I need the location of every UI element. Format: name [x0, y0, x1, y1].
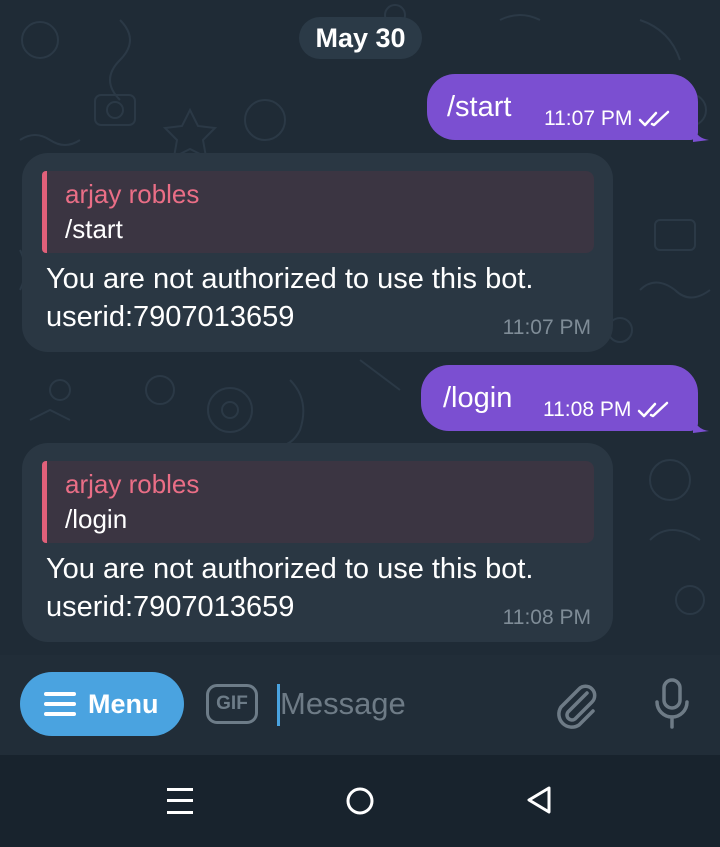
date-separator: May 30	[299, 17, 422, 59]
incoming-message[interactable]: arjay robles /login You are not authoriz…	[22, 443, 613, 642]
microphone-icon[interactable]	[652, 678, 692, 730]
message-text-line: You are not authorized to use this bot.	[46, 553, 534, 585]
bubble-tail	[693, 415, 709, 433]
paperclip-icon[interactable]	[551, 679, 599, 731]
system-navigation-bar	[0, 755, 720, 847]
reply-sender-name: arjay robles	[65, 469, 200, 499]
message-composer: Menu GIF	[0, 655, 720, 755]
home-icon[interactable]	[343, 786, 377, 820]
message-time: 11:08 PM	[543, 398, 632, 421]
message-text-line: userid:7907013659	[46, 301, 295, 333]
bot-menu-button[interactable]: Menu	[20, 672, 184, 736]
message-text: /login	[443, 382, 513, 414]
reply-quote[interactable]: arjay robles /start	[42, 171, 594, 253]
gif-button[interactable]: GIF	[206, 684, 258, 724]
message-meta: 11:08 PM	[543, 398, 671, 422]
double-check-icon	[639, 111, 670, 127]
message-time: 11:07 PM	[544, 107, 633, 130]
outgoing-message[interactable]: /login 11:08 PM	[421, 365, 698, 431]
message-text: /start	[447, 91, 512, 123]
back-icon[interactable]	[525, 785, 553, 817]
message-time: 11:07 PM	[502, 316, 591, 339]
reply-sender-name: arjay robles	[65, 179, 200, 209]
recent-apps-icon[interactable]	[165, 786, 195, 816]
message-input[interactable]	[280, 681, 530, 727]
double-check-icon	[638, 402, 669, 418]
reply-quoted-text: /login	[65, 504, 128, 534]
message-time: 11:08 PM	[502, 606, 591, 629]
outgoing-message[interactable]: /start 11:07 PM	[427, 74, 698, 140]
menu-button-label: Menu	[88, 689, 159, 719]
hamburger-icon	[44, 692, 76, 716]
bubble-tail	[693, 124, 709, 142]
message-text: You are not authorized to use this bot. …	[46, 260, 533, 336]
reply-quote[interactable]: arjay robles /login	[42, 461, 594, 543]
incoming-message[interactable]: arjay robles /start You are not authoriz…	[22, 153, 613, 352]
message-meta: 11:07 PM	[544, 107, 672, 131]
message-text-line: userid:7907013659	[46, 591, 295, 623]
message-text-line: You are not authorized to use this bot.	[46, 263, 534, 295]
reply-quoted-text: /start	[65, 214, 123, 244]
chat-area[interactable]: May 30 /start 11:07 PM arjay robles /sta…	[0, 0, 720, 655]
message-text: You are not authorized to use this bot. …	[46, 550, 533, 626]
telegram-chat-screen: May 30 /start 11:07 PM arjay robles /sta…	[0, 0, 720, 847]
